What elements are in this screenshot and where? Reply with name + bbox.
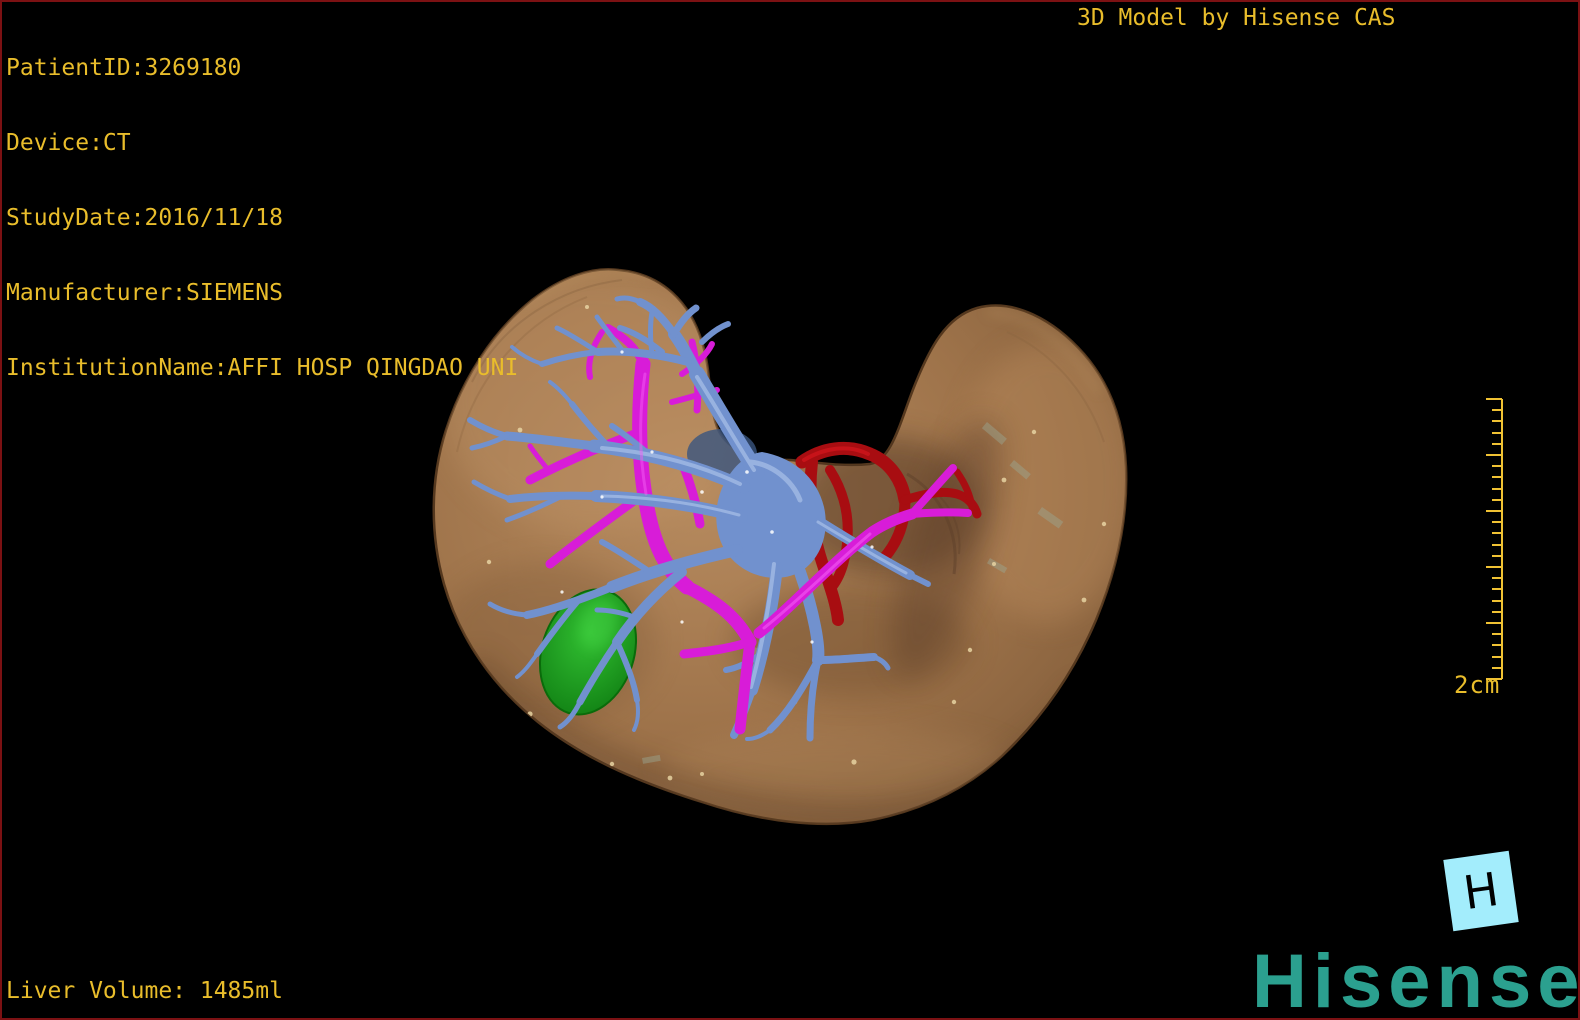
patient-info: PatientID:3269180 Device:CT StudyDate:20… xyxy=(6,6,518,431)
orientation-marker-letter: H xyxy=(1460,861,1502,921)
institution-name: InstitutionName:AFFI HOSP QINGDAO UNI xyxy=(6,355,519,381)
patient-id: PatientID:3269180 xyxy=(6,55,242,81)
study-date: StudyDate:2016/11/18 xyxy=(6,205,283,231)
liver-volume-label: Liver Volume: 1485ml xyxy=(6,978,283,1004)
watermark-text: 3D Model by Hisense CAS xyxy=(1077,5,1396,31)
manufacturer: Manufacturer:SIEMENS xyxy=(6,280,283,306)
scale-bar xyxy=(1486,398,1503,680)
device: Device:CT xyxy=(6,130,131,156)
scale-bar-label: 2cm xyxy=(1454,671,1501,699)
viewer-root: PatientID:3269180 Device:CT StudyDate:20… xyxy=(0,0,1580,1020)
orientation-marker: H xyxy=(1443,850,1519,932)
hisense-logo: Hisense xyxy=(1252,939,1580,1020)
